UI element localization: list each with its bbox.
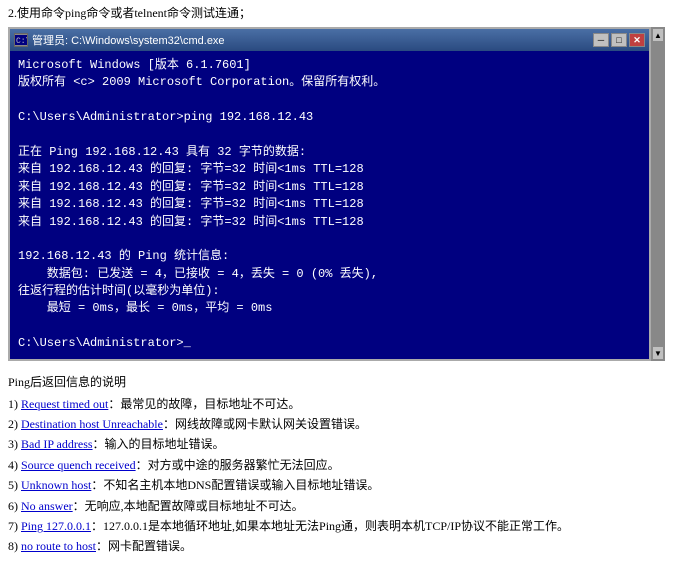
ping-info-section: Ping后返回信息的说明 1) Request timed out：最常见的故障… xyxy=(0,369,673,561)
item-2-label: Destination host Unreachable xyxy=(21,417,163,431)
item-2-colon: ：网线故障或网卡默认网关设置错误。 xyxy=(163,417,367,431)
item-8-number: 8) xyxy=(8,539,21,553)
ping-info-item-1: 1) Request timed out：最常见的故障，目标地址不可达。 xyxy=(8,394,665,414)
cmd-line-5: 来自 192.168.12.43 的回复: 字节=32 时间<1ms TTL=1… xyxy=(18,161,641,178)
ping-info-item-2: 2) Destination host Unreachable：网线故障或网卡默… xyxy=(8,414,665,434)
item-5-number: 5) xyxy=(8,478,21,492)
item-4-colon: ：对方或中途的服务器繁忙无法回应。 xyxy=(136,458,340,472)
cmd-icon: C:\ xyxy=(14,33,28,47)
cmd-line-13: C:\Users\Administrator>_ xyxy=(18,335,641,352)
cmd-line-blank4 xyxy=(18,318,641,335)
ping-info-item-6: 6) No answer：无响应,本地配置故障或目标地址不可达。 xyxy=(8,496,665,516)
cmd-body: Microsoft Windows [版本 6.1.7601] 版权所有 <c>… xyxy=(10,51,649,359)
instruction-text: 2.使用命令ping命令或者telnent命令测试连通； xyxy=(8,6,251,20)
cmd-line-8: 来自 192.168.12.43 的回复: 字节=32 时间<1ms TTL=1… xyxy=(18,214,641,231)
cmd-scrollbar[interactable]: ▲ ▼ xyxy=(651,27,665,361)
item-4-number: 4) xyxy=(8,458,21,472)
item-3-number: 3) xyxy=(8,437,21,451)
item-5-colon: ：不知名主机本地DNS配置错误或输入目标地址错误。 xyxy=(91,478,379,492)
cmd-inner: C:\ 管理员: C:\Windows\system32\cmd.exe ─ □… xyxy=(8,27,651,361)
item-6-number: 6) xyxy=(8,499,21,513)
scroll-track xyxy=(652,42,664,346)
cmd-line-6: 来自 192.168.12.43 的回复: 字节=32 时间<1ms TTL=1… xyxy=(18,179,641,196)
cmd-line-blank1 xyxy=(18,92,641,109)
item-7-colon: ：127.0.0.1是本地循环地址,如果本地址无法Ping通，则表明本机TCP/… xyxy=(91,519,569,533)
item-4-label: Source quench received xyxy=(21,458,136,472)
ping-info-item-7: 7) Ping 127.0.0.1：127.0.0.1是本地循环地址,如果本地址… xyxy=(8,516,665,536)
item-6-label: No answer xyxy=(21,499,73,513)
item-7-label: Ping 127.0.0.1 xyxy=(21,519,91,533)
item-3-colon: ：输入的目标地址错误。 xyxy=(93,437,225,451)
item-7-number: 7) xyxy=(8,519,21,533)
ping-info-item-3: 3) Bad IP address：输入的目标地址错误。 xyxy=(8,434,665,454)
cmd-line-7: 来自 192.168.12.43 的回复: 字节=32 时间<1ms TTL=1… xyxy=(18,196,641,213)
scroll-down-button[interactable]: ▼ xyxy=(652,346,664,360)
top-instruction: 2.使用命令ping命令或者telnent命令测试连通； xyxy=(0,0,673,27)
ping-info-item-5: 5) Unknown host：不知名主机本地DNS配置错误或输入目标地址错误。 xyxy=(8,475,665,495)
item-8-label: no route to host xyxy=(21,539,96,553)
cmd-line-9: 192.168.12.43 的 Ping 统计信息: xyxy=(18,248,641,265)
ping-info-item-4: 4) Source quench received：对方或中途的服务器繁忙无法回… xyxy=(8,455,665,475)
cmd-line-blank3 xyxy=(18,231,641,248)
cmd-window: C:\ 管理员: C:\Windows\system32\cmd.exe ─ □… xyxy=(8,27,665,361)
cmd-titlebar-left: C:\ 管理员: C:\Windows\system32\cmd.exe xyxy=(14,32,225,48)
cmd-line-4: 正在 Ping 192.168.12.43 具有 32 字节的数据: xyxy=(18,144,641,161)
ping-info-item-8: 8) no route to host：网卡配置错误。 xyxy=(8,536,665,556)
scroll-up-button[interactable]: ▲ xyxy=(652,28,664,42)
cmd-title: 管理员: C:\Windows\system32\cmd.exe xyxy=(32,32,225,48)
cmd-line-2: 版权所有 <c> 2009 Microsoft Corporation。保留所有… xyxy=(18,74,641,91)
cmd-line-blank2 xyxy=(18,127,641,144)
cmd-window-buttons: ─ □ ✕ xyxy=(593,33,645,47)
item-2-number: 2) xyxy=(8,417,21,431)
item-1-colon: ：最常见的故障，目标地址不可达。 xyxy=(108,397,300,411)
minimize-button[interactable]: ─ xyxy=(593,33,609,47)
item-1-label: Request timed out xyxy=(21,397,108,411)
cmd-line-12: 最短 = 0ms，最长 = 0ms，平均 = 0ms xyxy=(18,300,641,317)
cmd-line-1: Microsoft Windows [版本 6.1.7601] xyxy=(18,57,641,74)
maximize-button[interactable]: □ xyxy=(611,33,627,47)
cmd-titlebar: C:\ 管理员: C:\Windows\system32\cmd.exe ─ □… xyxy=(10,29,649,51)
item-3-label: Bad IP address xyxy=(21,437,93,451)
item-1-number: 1) xyxy=(8,397,21,411)
cmd-line-10: 数据包: 已发送 = 4，已接收 = 4，丢失 = 0 (0% 丢失), xyxy=(18,266,641,283)
item-6-colon: ：无响应,本地配置故障或目标地址不可达。 xyxy=(73,499,304,513)
cmd-line-3: C:\Users\Administrator>ping 192.168.12.4… xyxy=(18,109,641,126)
item-5-label: Unknown host xyxy=(21,478,91,492)
svg-text:C:\: C:\ xyxy=(16,37,27,45)
cmd-line-11: 往返行程的估计时间(以毫秒为单位): xyxy=(18,283,641,300)
close-button[interactable]: ✕ xyxy=(629,33,645,47)
ping-info-title: Ping后返回信息的说明 xyxy=(8,373,665,390)
item-8-colon: ：网卡配置错误。 xyxy=(96,539,192,553)
